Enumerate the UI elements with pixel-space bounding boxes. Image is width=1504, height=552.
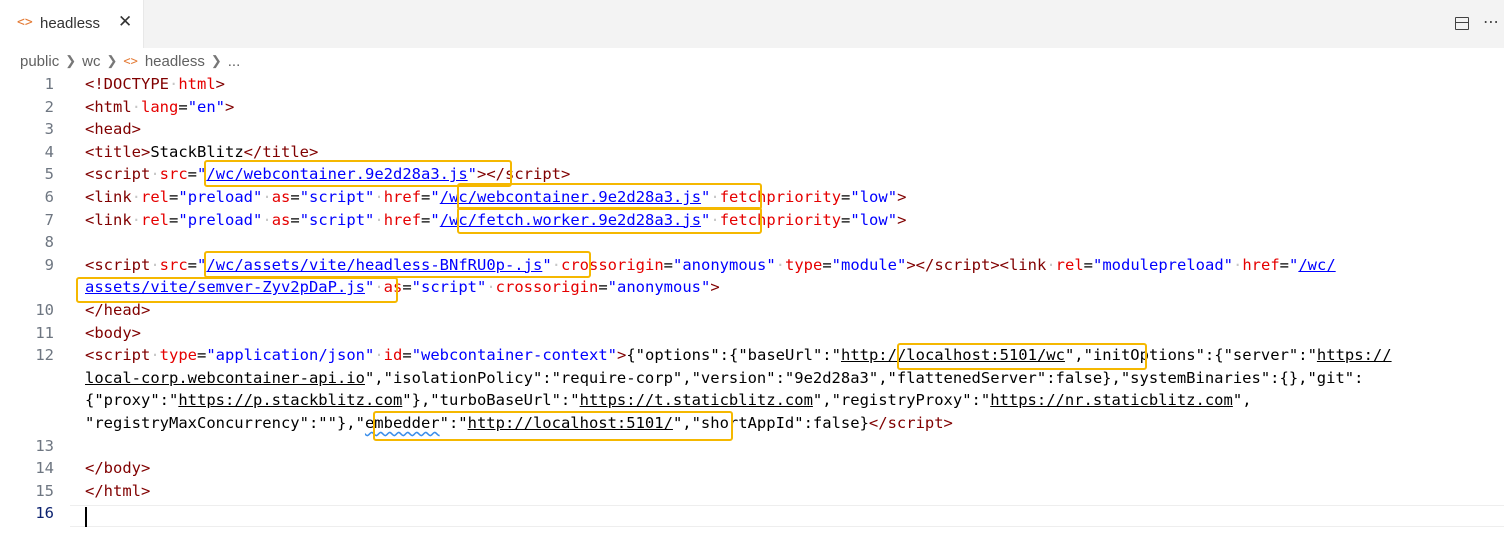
code-line[interactable]: </html> bbox=[85, 480, 150, 503]
line-number: 10 bbox=[35, 301, 54, 319]
line-number: 6 bbox=[44, 188, 54, 206]
code-line[interactable]: </body> bbox=[85, 457, 150, 480]
line-number: 3 bbox=[44, 120, 54, 139]
breadcrumb-public[interactable]: public bbox=[20, 53, 59, 70]
highlight-box bbox=[76, 277, 398, 303]
line-number: 5 bbox=[44, 165, 54, 184]
code-line[interactable]: <script·type="application/json"·id="webc… bbox=[85, 344, 1392, 367]
tab-headless[interactable]: <> headless ✕ bbox=[0, 0, 144, 48]
line-number: 7 bbox=[44, 210, 54, 229]
breadcrumb-symbols[interactable]: ... bbox=[228, 53, 241, 70]
line-number: 4 bbox=[44, 142, 54, 161]
breadcrumb-headless[interactable]: headless bbox=[145, 53, 205, 70]
chevron-right-icon: ❯ bbox=[210, 53, 222, 68]
text-cursor bbox=[85, 507, 87, 527]
breadcrumb: public ❯ wc ❯ <> headless ❯ ... bbox=[20, 50, 240, 72]
close-icon[interactable]: ✕ bbox=[118, 12, 132, 32]
line-number: 2 bbox=[44, 97, 54, 116]
tab-label: headless bbox=[40, 15, 101, 32]
chevron-right-icon: ❯ bbox=[65, 53, 77, 68]
code-line[interactable]: local-corp.webcontainer-api.io","isolati… bbox=[85, 367, 1363, 390]
code-line[interactable]: <head> bbox=[85, 118, 141, 141]
line-number: 13 bbox=[35, 436, 54, 455]
code-line[interactable]: <body> bbox=[85, 322, 141, 345]
highlight-box bbox=[373, 411, 733, 441]
line-number: 12 bbox=[35, 346, 54, 365]
html-file-icon: <> bbox=[17, 15, 33, 30]
highlight-box bbox=[204, 251, 591, 278]
current-line-highlight bbox=[70, 505, 1504, 527]
line-number: 11 bbox=[35, 323, 54, 342]
more-actions-icon[interactable]: ⋯ bbox=[1483, 12, 1499, 31]
highlight-box bbox=[457, 183, 762, 210]
line-number: 9 bbox=[44, 255, 54, 274]
line-number: 15 bbox=[35, 481, 54, 500]
highlight-box bbox=[457, 207, 762, 234]
html-file-icon: <> bbox=[123, 54, 138, 68]
code-line[interactable]: <!DOCTYPE·html> bbox=[85, 73, 225, 96]
line-number: 16 bbox=[35, 504, 54, 523]
breadcrumb-wc[interactable]: wc bbox=[82, 53, 100, 70]
line-number: 1 bbox=[44, 75, 54, 93]
code-line[interactable]: <html·lang="en"> bbox=[85, 96, 234, 119]
highlight-box bbox=[897, 343, 1147, 370]
tab-bar: <> headless ✕ ⋯ bbox=[0, 0, 1504, 48]
split-editor-icon[interactable] bbox=[1455, 17, 1469, 30]
code-line[interactable]: {"proxy":"https://p.stackblitz.com"},"tu… bbox=[85, 389, 1252, 412]
line-number: 8 bbox=[44, 233, 54, 252]
line-number: 14 bbox=[35, 459, 54, 478]
chevron-right-icon: ❯ bbox=[106, 53, 118, 68]
